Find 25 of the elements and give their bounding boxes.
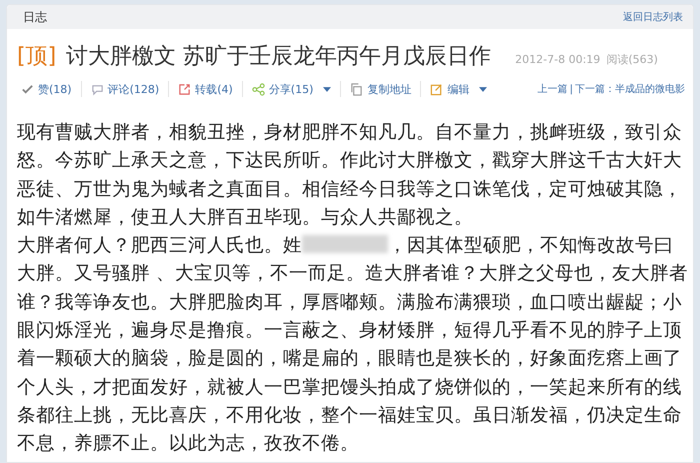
toolbar-action[interactable]: 转载(4): [195, 82, 233, 96]
read-count: 阅读(563): [606, 52, 658, 67]
body-paragraph: 大胖者何人？肥西三河人氏也。姓 ，因其体型硕肥，不知悔改故号曰大胖。又号骚胖 、大宝贝等，不一而足。造大胖者谁？大胖之父母也，友大胖者谁？我等诤友也。大胖肥脸肉耳，厚唇嘟颊。满脸布满猥琐，血口喷出龌龊；小眼闪烁淫光，遍身尽是撸痕。一言蔽之、身材矮胖，短得几乎看不见的脖子上顶着一颗硕大的脑袋，脸是圆的，嘴是扁的，眼睛也是狭长的，好象面疙瘩上画了个人头，才把面发好，就被人一巴掌把馒头拍成了烧饼似的，一笑起来所有的线条都往上挑，无比喜庆，不用化妆，整个一福娃宝贝。虽日渐发福，仍决定生命不息，养膘不止。以此为志，孜孜不倦。: [17, 234, 689, 456]
body-paragraph: 现有曹贼大胖者，相貌丑挫，身材肥胖不知凡几。自不量力，挑衅班级，致引众怒。今苏旷上承天之意，下达民所听。作此讨大胖檄文，戳穿大胖这千古大奸大恶徒、万世为鬼为蜮者之真面目。相信经今日我等之口诛笔伐，定可烛破其隐，如牛渚燃犀，使丑人大胖百丑毕现。与众人共鄙视之。: [17, 121, 683, 230]
export-box-icon: [178, 82, 192, 96]
share-nodes-icon: [252, 82, 265, 96]
toolbar-action[interactable]: 复制地址: [367, 82, 412, 96]
toolbar-action[interactable]: 评论(128): [108, 82, 160, 96]
edit-icon: [430, 82, 444, 96]
copy-icon: [350, 82, 364, 96]
caret-icon[interactable]: [323, 86, 332, 92]
speech-bubble-icon: [90, 82, 104, 96]
post-date: 2012-7-8 00:19: [515, 53, 600, 66]
toolbar-action[interactable]: 分享(15): [268, 82, 314, 96]
caret-icon[interactable]: [479, 86, 488, 92]
post-title: 讨大胖檄文 苏旷于壬辰龙年丙午月戊辰日作: [66, 43, 492, 71]
toolbar-action[interactable]: 赞(18): [38, 82, 72, 96]
toolbar-action[interactable]: 编辑: [447, 82, 470, 96]
next-post-link[interactable]: 下一篇：半成品的微电影: [575, 82, 685, 96]
back-to-list-link[interactable]: 返回日志列表: [623, 10, 683, 24]
previous-post-link[interactable]: 上一篇: [538, 82, 568, 96]
checkmark-icon: [21, 82, 34, 96]
section-title: 日志: [23, 8, 47, 26]
link-separator: |: [570, 84, 573, 94]
pinned-tag: [顶]: [17, 41, 56, 71]
